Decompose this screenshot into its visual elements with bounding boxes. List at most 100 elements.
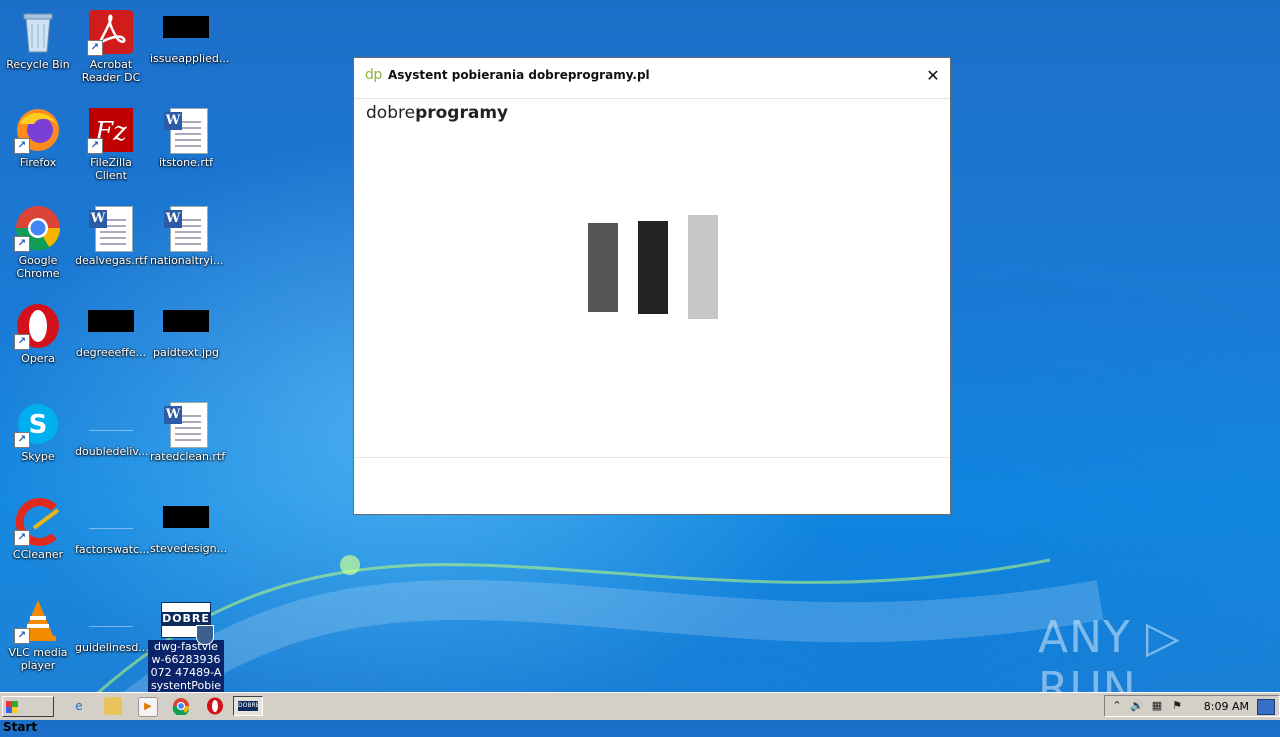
start-button[interactable]: Start [2, 696, 54, 734]
desktop-icon-firefox[interactable]: ↗ Firefox [0, 100, 76, 169]
shortcut-arrow-icon: ↗ [14, 138, 30, 154]
tray-expand-icon[interactable]: ⌃ [1109, 698, 1125, 714]
desktop-icon-dwg-fastview-installer[interactable]: DOBRE dwg-fastview-66283936072 47489-Asy… [148, 598, 224, 705]
brand-bold-text: programy [415, 103, 509, 123]
firefox-icon: ↗ [14, 106, 62, 154]
desktop-icon-label: FileZilla Client [90, 156, 132, 182]
close-button[interactable]: ✕ [924, 67, 942, 85]
dp-logo-icon: dp [365, 67, 382, 83]
desktop-icon-label: Skype [21, 450, 55, 463]
media-player-icon[interactable]: ▶ [138, 697, 158, 717]
desktop-icon-label: nationaltryi... [150, 254, 224, 267]
show-desktop-icon[interactable] [1257, 699, 1275, 715]
uac-shield-icon [196, 625, 214, 645]
dobre-logo-text: DOBRE [162, 612, 210, 626]
dobre-task-button[interactable]: DOBRE [233, 696, 263, 716]
start-label: Start [3, 720, 38, 734]
vlc-icon: ↗ [14, 596, 62, 644]
shortcut-arrow-icon: ↗ [14, 334, 30, 350]
windows-logo-icon [6, 701, 18, 713]
network-icon[interactable]: ▦ [1149, 698, 1165, 714]
word-document-icon: W [87, 204, 135, 252]
desktop-icon-label: doubledeliv... [75, 445, 149, 458]
word-document-icon: W [162, 400, 210, 448]
desktop-icon-vlc[interactable]: ↗ VLC media player [0, 590, 76, 672]
volume-icon[interactable]: 🔊 [1129, 698, 1145, 714]
desktop-icon-nationaltryi[interactable]: W nationaltryi... [148, 198, 224, 267]
ccleaner-icon: ↗ [14, 498, 62, 546]
desktop-icon-label: Recycle Bin [6, 58, 70, 71]
desktop-icon-chrome[interactable]: ↗ Google Chrome [0, 198, 76, 280]
loading-bar [588, 223, 618, 312]
shortcut-arrow-icon: ↗ [14, 432, 30, 448]
desktop-icon-filezilla[interactable]: Fz ↗ FileZilla Client [73, 100, 149, 182]
desktop-icon-label: Firefox [19, 156, 57, 169]
desktop-icon-itstone[interactable]: W itstone.rtf [148, 100, 224, 169]
window-title: Asystent pobierania dobreprogramy.pl [388, 68, 650, 82]
desktop-icon-label: Google Chrome [16, 254, 60, 280]
loading-bar [688, 215, 718, 319]
desktop-icon-label: CCleaner [12, 548, 64, 561]
system-tray: ⌃ 🔊 ▦ ⚑ 8:09 AM [1104, 695, 1280, 717]
ie-icon[interactable]: e [70, 697, 88, 715]
desktop-icon-guidelinesd[interactable]: guidelinesd... [73, 590, 149, 654]
clock[interactable]: 8:09 AM [1204, 700, 1249, 713]
skype-icon: S ↗ [14, 400, 62, 448]
redacted-thumbnail [163, 506, 209, 528]
chrome-icon: ↗ [14, 204, 62, 252]
desktop-icon-label: itstone.rtf [158, 156, 214, 169]
desktop-icon-recycle-bin[interactable]: Recycle Bin [0, 2, 76, 71]
desktop-icon-label: issueapplied... [150, 52, 230, 65]
desktop-icon-factorswatc[interactable]: factorswatc... [73, 492, 150, 556]
shortcut-arrow-icon: ↗ [14, 236, 30, 252]
redacted-thumbnail [88, 310, 134, 332]
download-assistant-window: dp Asystent pobierania dobreprogramy.pl … [353, 57, 951, 515]
desktop-icon-paidtext[interactable]: paidtext.jpg [148, 296, 224, 359]
blank-file-icon [89, 506, 133, 529]
word-document-icon: W [162, 204, 210, 252]
shortcut-arrow-icon: ↗ [87, 40, 103, 56]
desktop-icon-label: guidelinesd... [75, 641, 149, 654]
blank-file-icon [89, 604, 133, 627]
acrobat-icon: ↗ [87, 8, 135, 56]
desktop-icon-acrobat[interactable]: ↗ Acrobat Reader DC [73, 2, 149, 84]
desktop-icon-label: dealvegas.rtf [75, 254, 148, 267]
footer-divider [354, 457, 950, 458]
desktop-icon-doubledeliv[interactable]: doubledeliv... [73, 394, 149, 458]
desktop-icon-ratedclean[interactable]: W ratedclean.rtf [148, 394, 226, 463]
blank-file-icon [89, 408, 133, 431]
explorer-icon[interactable] [104, 697, 122, 715]
desktop-icon-degreeeffe[interactable]: degreeeffe... [73, 296, 149, 359]
desktop-icon-label: degreeeffe... [75, 346, 147, 359]
dobre-installer-icon: DOBRE [161, 602, 214, 645]
redacted-thumbnail [163, 310, 209, 332]
desktop-icon-label: factorswatc... [75, 543, 150, 556]
desktop-icon-stevedesign[interactable]: stevedesign... [148, 492, 228, 555]
desktop-icon-ccleaner[interactable]: ↗ CCleaner [0, 492, 76, 561]
desktop-icon-label: ratedclean.rtf [150, 450, 226, 463]
taskbar: Start e ▶ DOBRE ⌃ 🔊 ▦ ⚑ 8:09 AM [0, 692, 1280, 734]
desktop-icon-opera[interactable]: ↗ Opera [0, 296, 76, 365]
desktop-icon-label: Acrobat Reader DC [81, 58, 141, 84]
title-bar[interactable]: dp Asystent pobierania dobreprogramy.pl … [354, 58, 950, 99]
desktop-icon-dealvegas[interactable]: W dealvegas.rtf [73, 198, 149, 267]
loading-bar [638, 221, 668, 314]
shortcut-arrow-icon: ↗ [87, 138, 103, 154]
brand-light-text: dobre [366, 103, 416, 123]
desktop-icon-label: stevedesign... [150, 542, 228, 555]
dobre-task-icon: DOBRE [238, 701, 260, 711]
desktop-icon-label: VLC media player [8, 646, 68, 672]
svg-text:S: S [29, 410, 48, 440]
opera-icon[interactable] [206, 697, 224, 715]
chrome-icon[interactable] [172, 697, 190, 717]
recycle-bin-icon [14, 8, 62, 56]
desktop-icon-issueapplied[interactable]: issueapplied... [148, 2, 230, 65]
word-document-icon: W [162, 106, 210, 154]
action-center-flag-icon[interactable]: ⚑ [1169, 698, 1185, 714]
desktop-icon-label: Opera [21, 352, 55, 365]
shortcut-arrow-icon: ↗ [14, 530, 30, 546]
filezilla-icon: Fz ↗ [87, 106, 135, 154]
desktop-icon-skype[interactable]: S ↗ Skype [0, 394, 76, 463]
opera-icon: ↗ [14, 302, 62, 350]
desktop-icon-label: paidtext.jpg [153, 346, 219, 359]
